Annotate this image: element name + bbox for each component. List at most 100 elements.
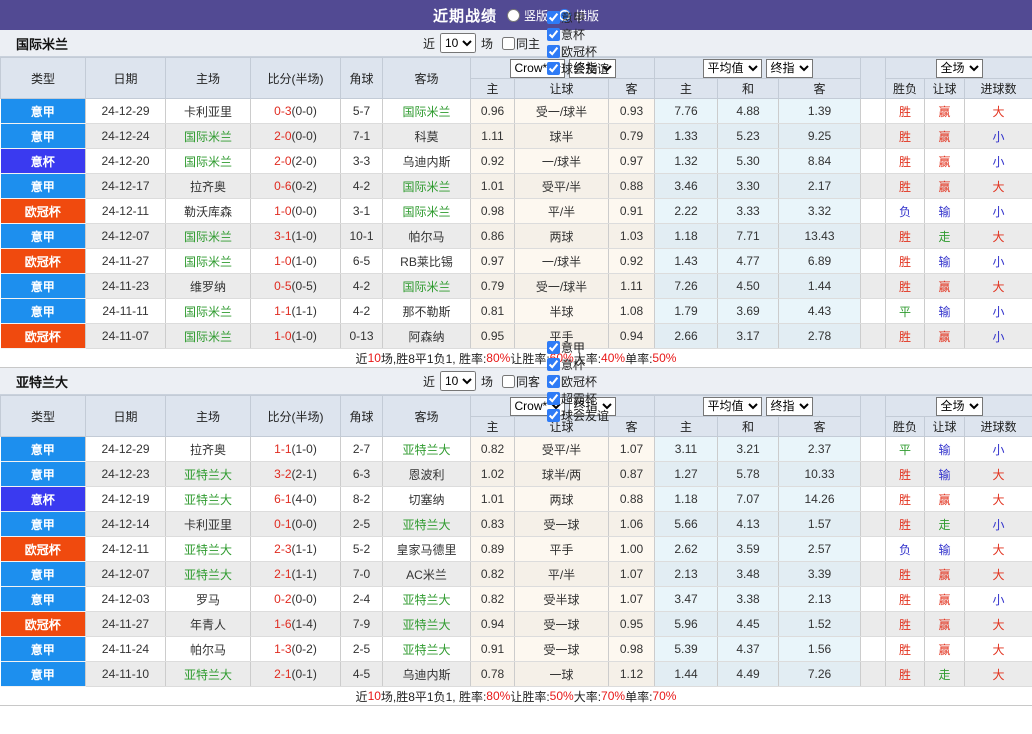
summary-value: 10	[368, 689, 381, 703]
score-cell: 0-5(0-5)	[251, 274, 341, 299]
away-team: 恩波利	[383, 462, 471, 487]
games-label: 场	[481, 35, 493, 52]
league-filter-label: 意甲	[561, 339, 585, 356]
home-team: 亚特兰大	[166, 462, 251, 487]
avg-draw-odds: 3.33	[718, 199, 779, 224]
same-venue-option[interactable]: 同客	[496, 373, 540, 390]
col-header-avg-away: 客	[779, 417, 861, 437]
corner-count: 4-2	[341, 174, 383, 199]
halftime-score: (1-1)	[292, 542, 317, 556]
fulltime-score: 0-2	[274, 592, 291, 606]
team-name: 国际米兰	[16, 34, 68, 53]
spacer-cell	[861, 274, 886, 299]
same-venue-option[interactable]: 同主	[496, 35, 540, 52]
league-filter-option[interactable]: 超霸杯	[543, 390, 609, 407]
games-label: 场	[481, 373, 493, 390]
avg-stage-select[interactable]: 终指	[766, 59, 813, 78]
odds-home: 0.92	[471, 149, 515, 174]
handicap-line: 半球	[515, 299, 609, 324]
league-badge: 意杯	[1, 487, 86, 512]
fulltime-score: 1-0	[274, 204, 291, 218]
league-filter-option[interactable]: 意杯	[543, 26, 609, 43]
summary-text: 近	[356, 350, 368, 367]
league-filter-option[interactable]: 欧冠杯	[543, 43, 609, 60]
league-filter-option[interactable]: 意杯	[543, 356, 609, 373]
league-filter-checkbox[interactable]	[547, 375, 560, 388]
handicap-line: 受半球	[515, 587, 609, 612]
handicap-result-cell: 赢	[925, 637, 965, 662]
odds-home: 0.81	[471, 299, 515, 324]
spacer-cell	[861, 562, 886, 587]
summary-text: 单率:	[625, 688, 652, 705]
avg-stage-select[interactable]: 终指	[766, 397, 813, 416]
section-header-band: 国际米兰 近 10 场 同主 意甲意杯欧冠杯球会友谊	[0, 30, 1032, 57]
avg-source-select[interactable]: 平均值	[703, 59, 762, 78]
fulltime-score: 1-0	[274, 329, 291, 343]
league-filter-checkbox[interactable]	[547, 409, 560, 422]
summary-value: 80%	[486, 689, 510, 703]
league-filter-option[interactable]: 球会友谊	[543, 60, 609, 77]
odds-home: 0.79	[471, 274, 515, 299]
league-filter-option[interactable]: 球会友谊	[543, 407, 609, 424]
halftime-score: (1-0)	[292, 442, 317, 456]
league-badge: 意甲	[1, 99, 86, 124]
match-date: 24-11-23	[86, 274, 166, 299]
same-venue-checkbox[interactable]	[502, 37, 515, 50]
odds-home: 0.96	[471, 99, 515, 124]
goals-cell: 小	[965, 124, 1032, 149]
league-filter-group: 意甲意杯欧冠杯超霸杯球会友谊	[543, 339, 609, 424]
score-cell: 2-0(0-0)	[251, 124, 341, 149]
league-filter-option[interactable]: 意甲	[543, 9, 609, 26]
match-row: 欧冠杯24-11-27年青人1-6(1-4)7-9亚特兰大0.94受一球0.95…	[1, 612, 1032, 637]
league-filter-checkbox[interactable]	[547, 62, 560, 75]
score-cell: 0-3(0-0)	[251, 99, 341, 124]
result-cell: 负	[886, 537, 925, 562]
spacer-cell	[861, 174, 886, 199]
home-team: 帕尔马	[166, 637, 251, 662]
league-badge: 意甲	[1, 637, 86, 662]
match-row: 意甲24-11-11国际米兰1-1(1-1)4-2那不勒斯0.81半球1.081…	[1, 299, 1032, 324]
league-filter-checkbox[interactable]	[547, 11, 560, 24]
fulltime-score: 0-6	[274, 179, 291, 193]
league-filter-checkbox[interactable]	[547, 392, 560, 405]
league-badge: 欧冠杯	[1, 612, 86, 637]
odds-away: 0.98	[609, 637, 655, 662]
fulltime-select[interactable]: 全场	[936, 397, 983, 416]
spacer-cell	[861, 637, 886, 662]
same-venue-checkbox[interactable]	[502, 375, 515, 388]
avg-source-select[interactable]: 平均值	[703, 397, 762, 416]
results-table: 类型 日期 主场 比分(半场) 角球 客场 Crow*终指 平均值终指	[0, 57, 1032, 349]
avg-away-odds: 1.39	[779, 99, 861, 124]
league-badge: 欧冠杯	[1, 324, 86, 349]
league-filter-label: 超霸杯	[561, 390, 597, 407]
fulltime-score: 2-3	[274, 542, 291, 556]
fulltime-select-group: 全场	[886, 58, 1032, 79]
match-row: 欧冠杯24-12-11勒沃库森1-0(0-0)3-1国际米兰0.98平/半0.9…	[1, 199, 1032, 224]
recent-count-select[interactable]: 10	[440, 371, 476, 391]
score-cell: 2-3(1-1)	[251, 537, 341, 562]
avg-away-odds: 8.84	[779, 149, 861, 174]
avg-home-odds: 2.22	[655, 199, 718, 224]
fulltime-select[interactable]: 全场	[936, 59, 983, 78]
col-header-avg-draw: 和	[718, 79, 779, 99]
handicap-line: 受一球	[515, 612, 609, 637]
recent-count-select[interactable]: 10	[440, 33, 476, 53]
result-cell: 胜	[886, 562, 925, 587]
goals-cell: 小	[965, 512, 1032, 537]
col-header-goals: 进球数	[965, 79, 1032, 99]
avg-home-odds: 1.43	[655, 249, 718, 274]
league-filter-option[interactable]: 意甲	[543, 339, 609, 356]
avg-home-odds: 2.62	[655, 537, 718, 562]
fulltime-score: 1-1	[274, 442, 291, 456]
near-label: 近	[423, 35, 435, 52]
league-filter-checkbox[interactable]	[547, 45, 560, 58]
avg-away-odds: 2.57	[779, 537, 861, 562]
league-filter-label: 意杯	[561, 26, 585, 43]
league-filter-option[interactable]: 欧冠杯	[543, 373, 609, 390]
odds-away: 0.97	[609, 149, 655, 174]
league-filter-checkbox[interactable]	[547, 341, 560, 354]
score-cell: 1-3(0-2)	[251, 637, 341, 662]
league-filter-checkbox[interactable]	[547, 358, 560, 371]
league-filter-checkbox[interactable]	[547, 28, 560, 41]
avg-away-odds: 1.44	[779, 274, 861, 299]
